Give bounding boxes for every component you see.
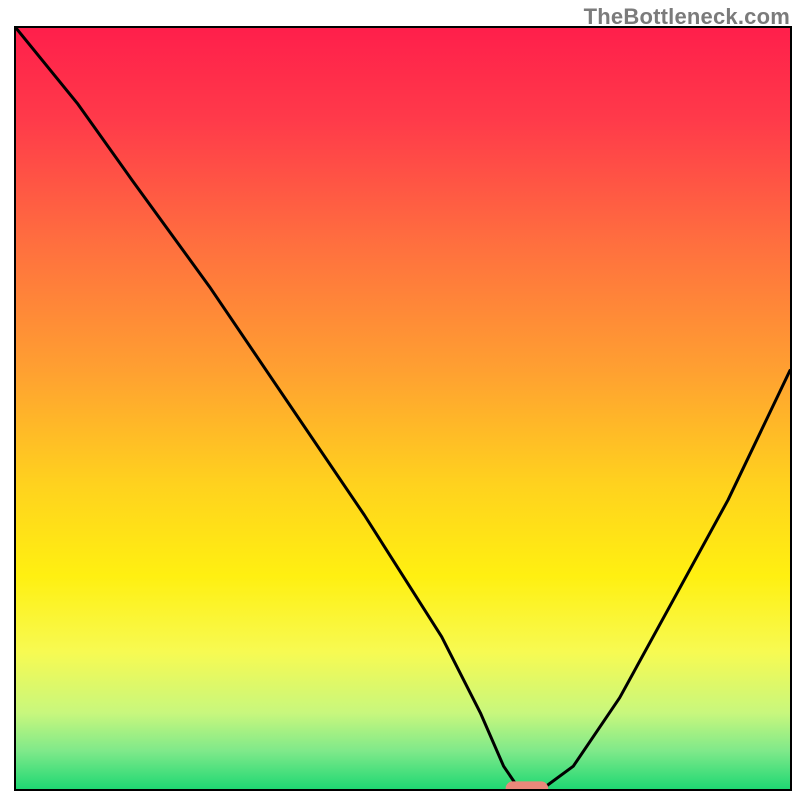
plot-area [16, 28, 790, 797]
gradient-background [16, 28, 790, 789]
chart-svg [0, 0, 800, 800]
chart-stage: TheBottleneck.com [0, 0, 800, 800]
watermark-text: TheBottleneck.com [584, 4, 790, 30]
